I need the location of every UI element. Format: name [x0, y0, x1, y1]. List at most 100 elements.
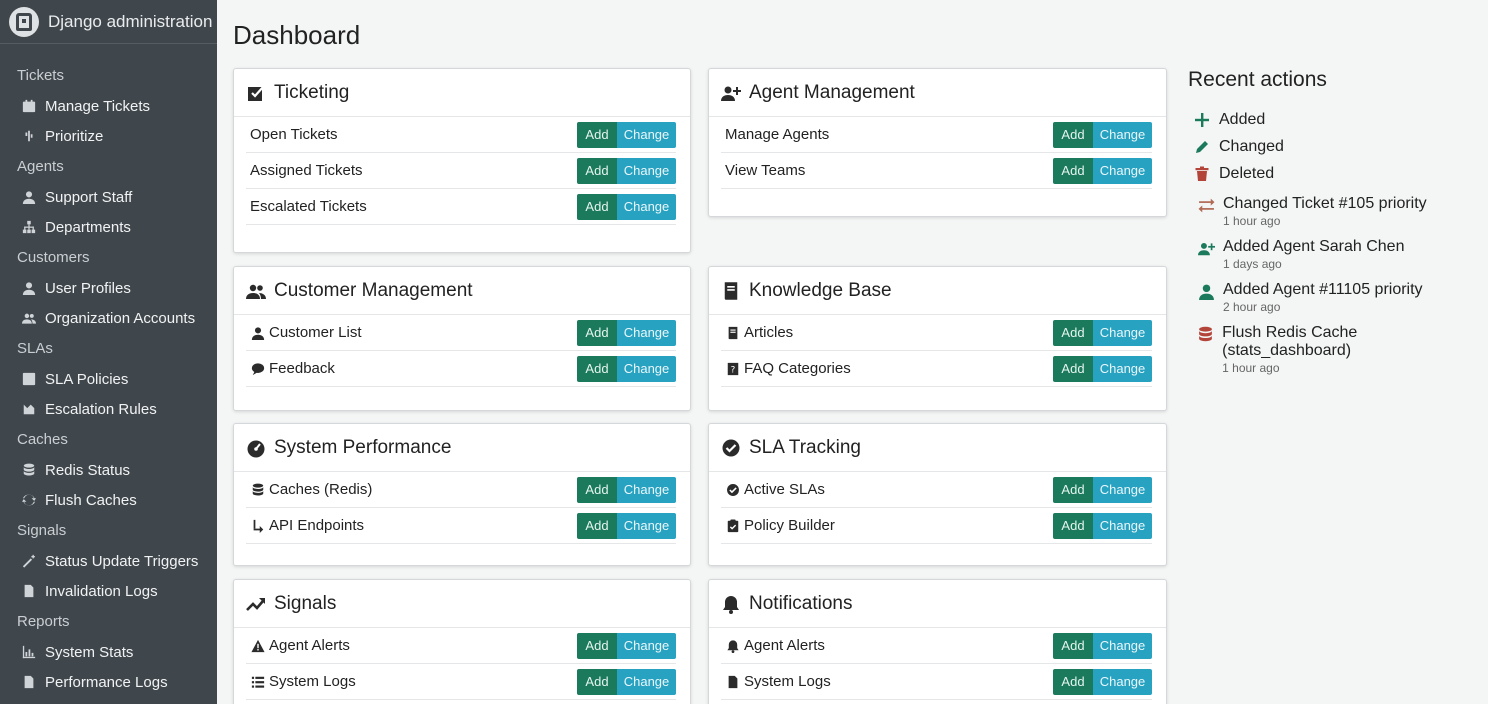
site-header[interactable]: Django administration [0, 0, 217, 44]
recent-action-item[interactable]: Changed Ticket #105 priority 1 hour ago [1188, 195, 1478, 230]
add-button[interactable]: Add [577, 668, 617, 695]
recent-action-item[interactable]: Added Agent #11105 priority 2 hour ago [1188, 281, 1478, 316]
recent-action-item[interactable]: Flush Redis Cache (stats_dashboard) 1 hou… [1188, 324, 1478, 375]
module-header[interactable]: Signals [234, 580, 690, 628]
change-button[interactable]: Change [617, 121, 676, 148]
model-link[interactable]: Policy Builder [721, 517, 835, 534]
model-link[interactable]: Feedback [246, 360, 335, 377]
change-button[interactable]: Change [1093, 319, 1152, 346]
model-label[interactable]: Feedback [269, 360, 335, 377]
sidebar-item-performance-logs[interactable]: Performance Logs [0, 667, 217, 697]
module-header[interactable]: Ticketing [234, 69, 690, 117]
model-label[interactable]: Customer List [269, 324, 362, 341]
change-button[interactable]: Change [617, 355, 676, 382]
module-title[interactable]: System Performance [274, 437, 451, 459]
sidebar-item-redis-status[interactable]: Redis Status [0, 455, 217, 485]
module-header[interactable]: Agent Management [709, 69, 1166, 117]
add-button[interactable]: Add [577, 476, 617, 503]
recent-action-item[interactable]: Added Agent Sarah Chen 1 days ago [1188, 238, 1478, 273]
add-button[interactable]: Add [577, 355, 617, 382]
module-header[interactable]: Customer Management [234, 267, 690, 315]
sidebar-group-slas[interactable]: SLAs [0, 333, 217, 364]
add-button[interactable]: Add [577, 193, 617, 220]
add-button[interactable]: Add [1053, 632, 1093, 659]
recent-action-text[interactable]: Changed Ticket #105 priority [1223, 195, 1427, 213]
model-link[interactable]: System Logs [721, 673, 831, 690]
module-title[interactable]: Notifications [749, 593, 853, 615]
change-button[interactable]: Change [617, 157, 676, 184]
add-button[interactable]: Add [1053, 121, 1093, 148]
add-button[interactable]: Add [1053, 355, 1093, 382]
model-link[interactable]: API Endpoints [246, 517, 364, 534]
add-button[interactable]: Add [577, 512, 617, 539]
model-link[interactable]: Agent Alerts [246, 637, 350, 654]
add-button[interactable]: Add [577, 319, 617, 346]
add-button[interactable]: Add [577, 157, 617, 184]
change-button[interactable]: Change [1093, 668, 1152, 695]
add-button[interactable]: Add [1053, 157, 1093, 184]
model-label[interactable]: View Teams [725, 162, 805, 179]
model-label[interactable]: System Logs [269, 673, 356, 690]
model-link[interactable]: Open Tickets [246, 126, 338, 143]
sidebar-item-organization-accounts[interactable]: Organization Accounts [0, 303, 217, 333]
change-button[interactable]: Change [1093, 512, 1152, 539]
module-header[interactable]: Knowledge Base [709, 267, 1166, 315]
change-button[interactable]: Change [617, 512, 676, 539]
model-link[interactable]: Articles [721, 324, 793, 341]
change-button[interactable]: Change [617, 476, 676, 503]
sidebar-item-prioritize[interactable]: Prioritize [0, 121, 217, 151]
add-button[interactable]: Add [1053, 668, 1093, 695]
add-button[interactable]: Add [1053, 476, 1093, 503]
sidebar-item-user-profiles[interactable]: User Profiles [0, 273, 217, 303]
model-label[interactable]: Escalated Tickets [250, 198, 367, 215]
sidebar-item-departments[interactable]: Departments [0, 212, 217, 242]
recent-action-text[interactable]: Added Agent Sarah Chen [1223, 238, 1404, 256]
change-button[interactable]: Change [1093, 632, 1152, 659]
change-button[interactable]: Change [1093, 157, 1152, 184]
recent-action-text[interactable]: Added Agent #11105 priority [1223, 281, 1423, 299]
change-button[interactable]: Change [617, 319, 676, 346]
sidebar-group-caches[interactable]: Caches [0, 424, 217, 455]
model-label[interactable]: Agent Alerts [744, 637, 825, 654]
module-title[interactable]: SLA Tracking [749, 437, 861, 459]
sidebar-group-agents[interactable]: Agents [0, 151, 217, 182]
module-title[interactable]: Agent Management [749, 82, 915, 104]
model-label[interactable]: Articles [744, 324, 793, 341]
module-header[interactable]: SLA Tracking [709, 424, 1166, 472]
model-link[interactable]: ? FAQ Categories [721, 360, 851, 377]
add-button[interactable]: Add [577, 632, 617, 659]
model-label[interactable]: Active SLAs [744, 481, 825, 498]
sidebar-item-system-stats[interactable]: System Stats [0, 637, 217, 667]
add-button[interactable]: Add [1053, 319, 1093, 346]
module-header[interactable]: System Performance [234, 424, 690, 472]
sidebar-item-invalidation-logs[interactable]: Invalidation Logs [0, 576, 217, 606]
model-link[interactable]: Customer List [246, 324, 362, 341]
sidebar-item-sla-policies[interactable]: SLA Policies [0, 364, 217, 394]
model-label[interactable]: Agent Alerts [269, 637, 350, 654]
model-link[interactable]: Caches (Redis) [246, 481, 372, 498]
sidebar-item-manage-tickets[interactable]: Manage Tickets [0, 91, 217, 121]
model-link[interactable]: Active SLAs [721, 481, 825, 498]
model-label[interactable]: System Logs [744, 673, 831, 690]
change-button[interactable]: Change [1093, 355, 1152, 382]
model-label[interactable]: Caches (Redis) [269, 481, 372, 498]
model-link[interactable]: Agent Alerts [721, 637, 825, 654]
site-title[interactable]: Django administration [48, 12, 212, 32]
sidebar-item-support-staff[interactable]: Support Staff [0, 182, 217, 212]
recent-action-text[interactable]: Flush Redis Cache (stats_dashboard) [1222, 324, 1478, 360]
sidebar-item-status-update-triggers[interactable]: Status Update Triggers [0, 546, 217, 576]
change-button[interactable]: Change [1093, 476, 1152, 503]
model-link[interactable]: Manage Agents [721, 126, 829, 143]
module-title[interactable]: Knowledge Base [749, 280, 892, 302]
change-button[interactable]: Change [617, 193, 676, 220]
sidebar-item-flush-caches[interactable]: Flush Caches [0, 485, 217, 515]
sidebar-group-reports[interactable]: Reports [0, 606, 217, 637]
module-title[interactable]: Signals [274, 593, 336, 615]
model-label[interactable]: Manage Agents [725, 126, 829, 143]
module-title[interactable]: Customer Management [274, 280, 473, 302]
model-label[interactable]: Policy Builder [744, 517, 835, 534]
model-label[interactable]: Open Tickets [250, 126, 338, 143]
model-link[interactable]: Assigned Tickets [246, 162, 363, 179]
change-button[interactable]: Change [1093, 121, 1152, 148]
add-button[interactable]: Add [1053, 512, 1093, 539]
